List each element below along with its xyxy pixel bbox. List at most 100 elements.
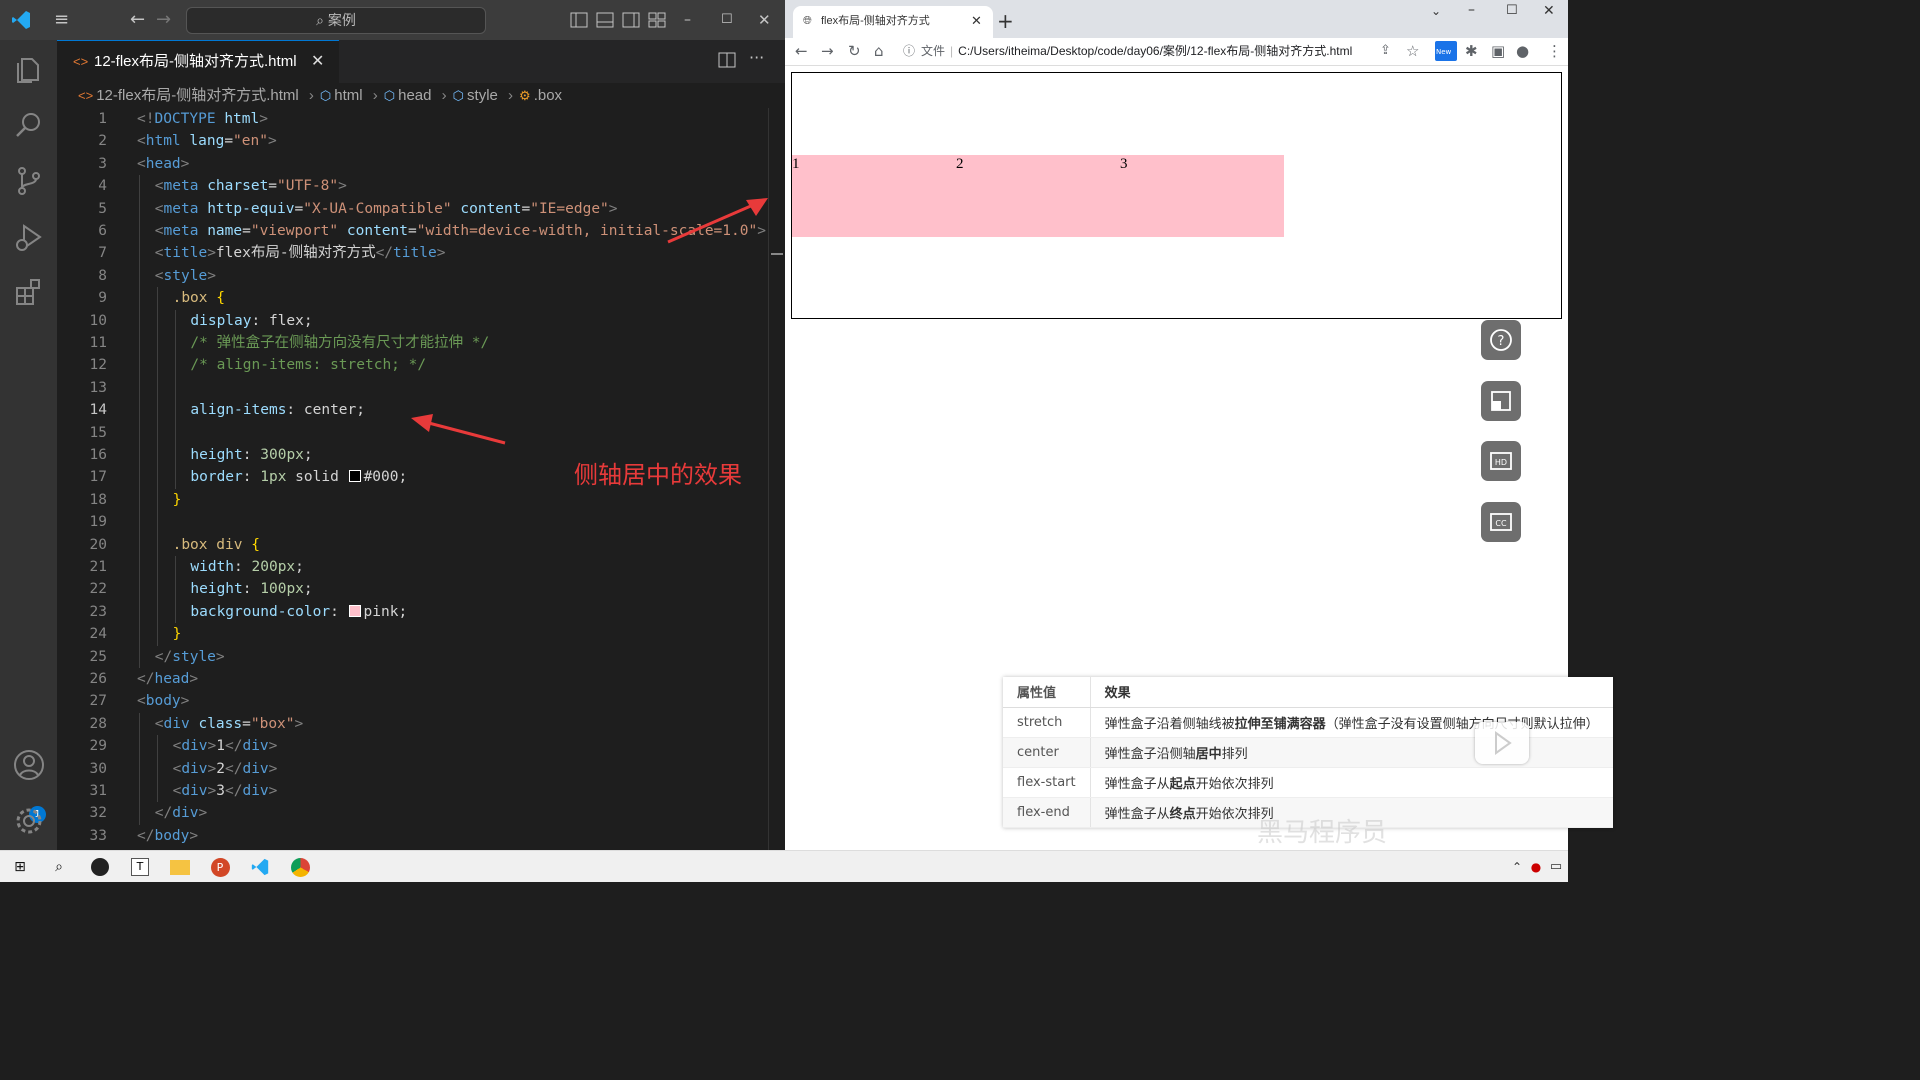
indent-guide xyxy=(139,802,140,825)
code-line[interactable]: 31 <div>3</div> xyxy=(57,780,768,802)
code-line[interactable]: 19 xyxy=(57,511,768,533)
breadcrumb-item[interactable]: html xyxy=(334,84,362,108)
code-line[interactable]: 18} xyxy=(57,489,768,511)
close-icon[interactable]: ✕ xyxy=(758,0,771,40)
code-line[interactable]: 23 background-color: pink; xyxy=(57,601,768,623)
indent-guide xyxy=(139,780,140,803)
line-number: 13 xyxy=(89,379,107,396)
search-input[interactable]: ⌕ 案例 xyxy=(186,7,486,34)
indent-guide xyxy=(139,309,140,332)
toggle-secondary-sidebar-icon[interactable] xyxy=(622,0,640,40)
breadcrumb-item[interactable]: .box xyxy=(534,84,562,108)
code-line[interactable]: 24} xyxy=(57,623,768,645)
code-text: <!DOCTYPE html> xyxy=(137,108,268,130)
back-arrow-icon[interactable]: ← xyxy=(795,40,808,62)
address-separator: | xyxy=(950,44,954,58)
new-tab-icon[interactable]: + xyxy=(997,8,1014,34)
profile-avatar-icon[interactable]: ● xyxy=(1516,40,1529,62)
breadcrumb-item[interactable]: head xyxy=(398,84,431,108)
minimize-icon[interactable]: – xyxy=(684,0,691,40)
code-token: body xyxy=(145,693,181,710)
toggle-sidebar-icon[interactable] xyxy=(570,0,588,40)
tab-close-icon[interactable]: ✕ xyxy=(971,6,982,36)
search-icon[interactable]: ⌕ xyxy=(47,855,71,879)
code-line[interactable]: 25 </style> xyxy=(57,646,768,668)
code-line[interactable]: 26 </head> xyxy=(57,668,768,690)
fullscreen-button[interactable] xyxy=(1481,381,1521,421)
vscode-taskbar-icon[interactable] xyxy=(248,855,272,879)
help-button[interactable]: ? xyxy=(1481,320,1521,360)
bookmark-star-icon[interactable]: ☆ xyxy=(1406,40,1419,62)
code-line[interactable]: 3 <head> xyxy=(57,153,768,175)
code-line[interactable]: 13 xyxy=(57,377,768,399)
forward-arrow-icon[interactable]: → xyxy=(821,40,834,62)
powerpoint-icon[interactable]: P xyxy=(208,855,232,879)
menu-icon[interactable]: ≡ xyxy=(54,0,69,40)
code-token: > xyxy=(267,133,277,150)
search-sidebar-icon[interactable] xyxy=(12,108,46,142)
explorer-icon[interactable] xyxy=(12,52,46,86)
flex-item: 3 xyxy=(1120,154,1284,237)
color-swatch[interactable] xyxy=(348,470,361,483)
caption-button[interactable]: CC xyxy=(1481,502,1521,542)
extensions-puzzle-icon[interactable]: ✱ xyxy=(1465,40,1478,62)
editor-tab[interactable]: <> 12-flex布局-侧轴对齐方式.html ✕ xyxy=(57,40,339,83)
minimize-icon[interactable]: – xyxy=(1468,2,1475,18)
typora-icon[interactable]: T xyxy=(128,855,152,879)
code-line[interactable]: 29 <div>1</div> xyxy=(57,735,768,757)
code-line[interactable]: 28 <div class="box"> xyxy=(57,713,768,735)
code-line[interactable]: 32 </div> xyxy=(57,802,768,824)
play-button[interactable] xyxy=(1475,722,1529,764)
back-arrow-icon[interactable]: ← xyxy=(130,0,145,40)
close-icon[interactable]: ✕ xyxy=(1543,3,1555,19)
account-icon[interactable] xyxy=(12,748,46,782)
code-line[interactable]: 22 height: 100px; xyxy=(57,578,768,600)
code-line[interactable]: 12 /* align-items: stretch; */ xyxy=(57,354,768,376)
browser-tab[interactable]: 🌐︎ flex布局-侧轴对齐方式 ✕ xyxy=(793,6,993,38)
maximize-icon[interactable]: ☐ xyxy=(1506,3,1518,18)
reload-icon[interactable]: ↻ xyxy=(848,40,861,62)
color-swatch[interactable] xyxy=(348,604,361,617)
forward-arrow-icon[interactable]: → xyxy=(156,0,171,40)
notification-icon[interactable]: ▭ xyxy=(1544,855,1568,879)
code-line[interactable]: 8 <style> xyxy=(57,265,768,287)
code-line[interactable]: 20 .box div { xyxy=(57,534,768,556)
more-menu-icon[interactable]: ⋮ xyxy=(1547,40,1562,62)
toggle-panel-icon[interactable] xyxy=(596,0,614,40)
side-panel-icon[interactable]: ▣ xyxy=(1491,40,1505,62)
editor-tab-label: 12-flex布局-侧轴对齐方式.html xyxy=(94,53,297,70)
obs-icon[interactable] xyxy=(88,855,112,879)
settings-gear-icon[interactable] xyxy=(12,804,46,838)
breadcrumb-item[interactable]: style xyxy=(467,84,498,108)
code-line[interactable]: 1 <!DOCTYPE html> xyxy=(57,108,768,130)
line-number: 29 xyxy=(89,738,107,755)
share-icon[interactable]: ⇪ xyxy=(1380,40,1391,62)
windows-start-icon[interactable]: ⊞ xyxy=(8,855,32,879)
file-explorer-icon[interactable] xyxy=(168,855,192,879)
more-actions-icon[interactable]: ··· xyxy=(749,48,764,67)
maximize-icon[interactable]: ☐ xyxy=(721,0,733,40)
code-line[interactable]: 30 <div>2</div> xyxy=(57,758,768,780)
code-line[interactable]: 11 /* 弹性盒子在侧轴方向没有尺寸才能拉伸 */ xyxy=(57,332,768,354)
source-control-icon[interactable] xyxy=(12,164,46,198)
extensions-icon[interactable] xyxy=(12,276,46,310)
code-line[interactable]: 27 <body> xyxy=(57,690,768,712)
code-line[interactable]: 2 <html lang="en"> xyxy=(57,130,768,152)
code-line[interactable]: 33 </body> xyxy=(57,825,768,847)
code-line[interactable]: 21 width: 200px; xyxy=(57,556,768,578)
breadcrumb-item[interactable]: 12-flex布局-侧轴对齐方式.html xyxy=(96,84,299,108)
split-editor-icon[interactable] xyxy=(718,51,736,73)
customize-layout-icon[interactable] xyxy=(648,0,666,40)
extension-new-icon[interactable]: New xyxy=(1435,41,1457,61)
run-debug-icon[interactable] xyxy=(12,220,46,254)
code-line[interactable]: 9 .box { xyxy=(57,287,768,309)
tab-close-icon[interactable]: ✕ xyxy=(311,41,324,83)
tab-search-icon[interactable]: ⌄ xyxy=(1431,4,1441,18)
code-line[interactable]: 10 display: flex; xyxy=(57,310,768,332)
column-header: 效果 xyxy=(1090,677,1613,708)
hd-button[interactable]: HD xyxy=(1481,441,1521,481)
address-bar[interactable]: ⓘ 文件 | C:/Users/itheima/Desktop/code/day06/… xyxy=(903,39,1423,63)
chrome-taskbar-icon[interactable] xyxy=(288,855,312,879)
home-icon[interactable]: ⌂ xyxy=(874,40,884,62)
